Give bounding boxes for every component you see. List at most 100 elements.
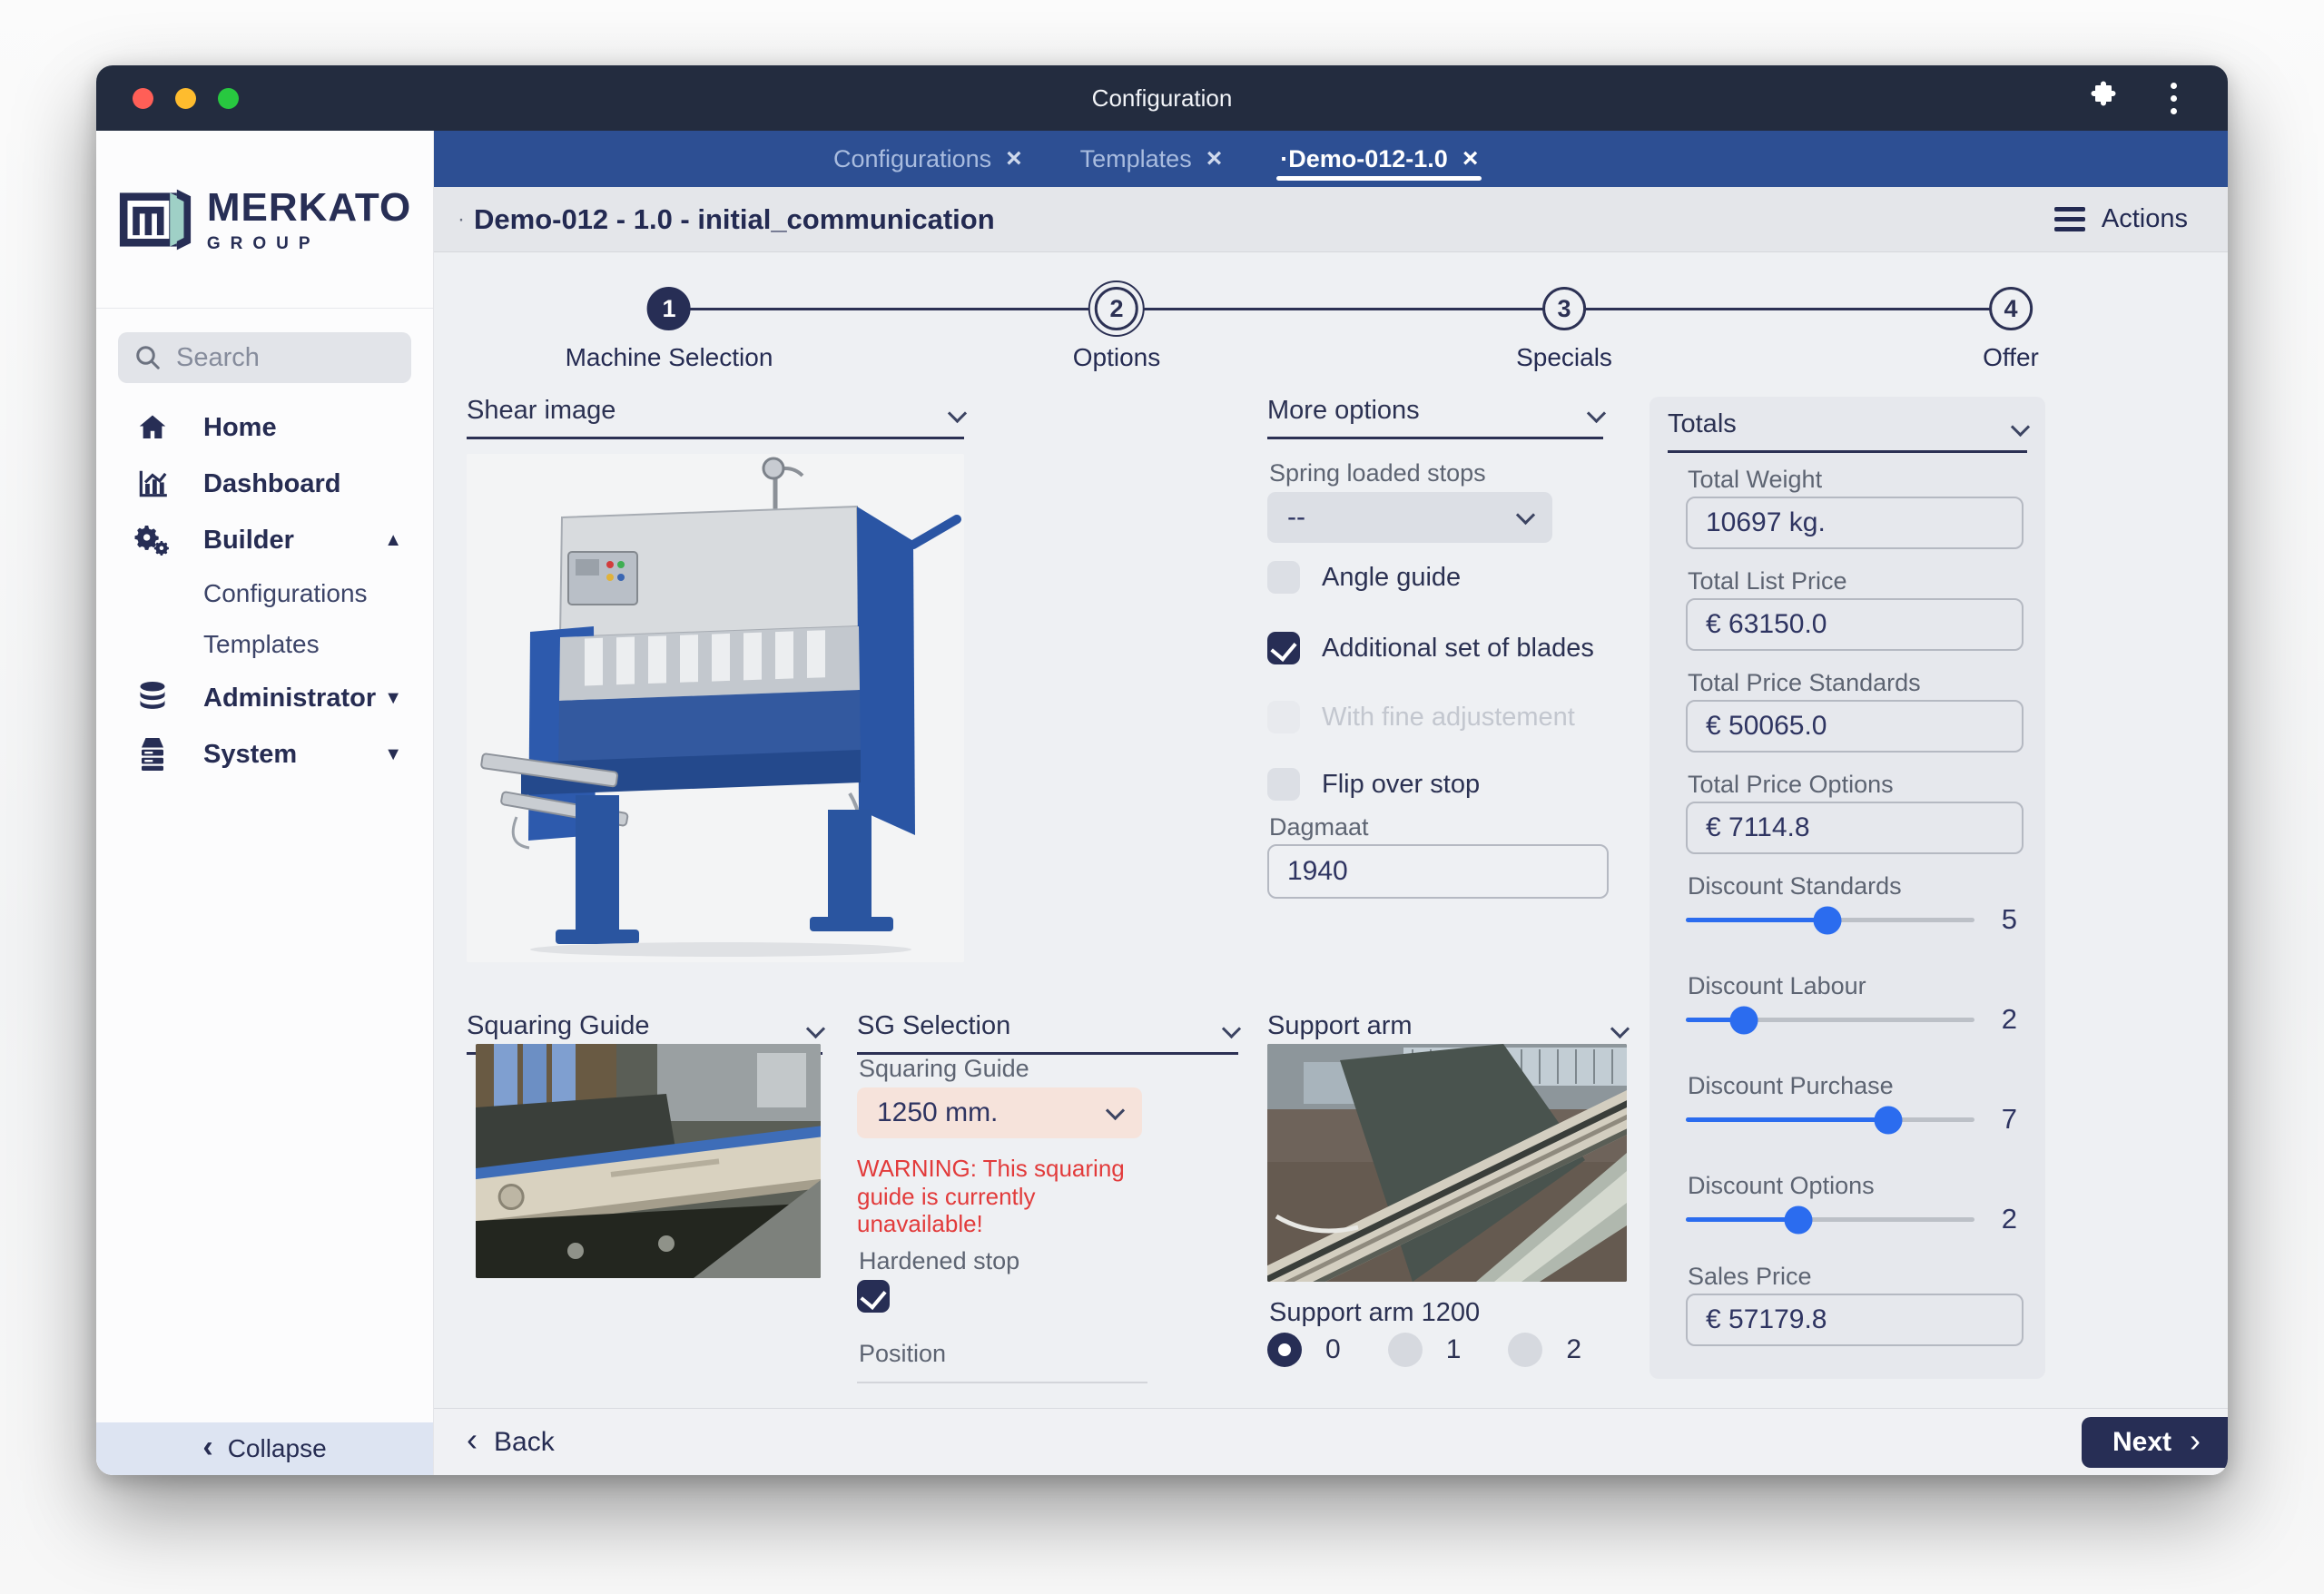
section-label: Totals bbox=[1668, 409, 1737, 439]
section-header-totals[interactable]: Totals bbox=[1668, 409, 2027, 453]
browser-menu-icon[interactable] bbox=[2171, 83, 2177, 114]
section-header-more-options[interactable]: More options bbox=[1267, 396, 1603, 439]
slider-track[interactable] bbox=[1686, 918, 1974, 922]
sidebar-collapse-button[interactable]: ‹ Collapse bbox=[96, 1422, 433, 1475]
back-label: Back bbox=[494, 1427, 555, 1458]
slider-thumb[interactable] bbox=[1785, 1205, 1813, 1234]
checkbox-checked[interactable] bbox=[857, 1280, 890, 1313]
hamburger-icon bbox=[2054, 207, 2085, 231]
section-label: More options bbox=[1267, 396, 1420, 426]
sidebar-menu: Home Dashboard Builder bbox=[96, 399, 433, 782]
search-icon bbox=[134, 344, 162, 371]
section-header-sg-selection[interactable]: SG Selection bbox=[857, 1011, 1238, 1055]
sidebar-item-label: Home bbox=[203, 413, 402, 443]
tab-label: ·Demo-012-1.0 bbox=[1280, 145, 1448, 173]
squaring-guide-image bbox=[476, 1044, 821, 1278]
radio-unselected[interactable] bbox=[1388, 1333, 1423, 1367]
checkbox-unchecked[interactable] bbox=[1267, 768, 1300, 801]
hardened-stop-checkbox[interactable] bbox=[857, 1280, 890, 1313]
radio-label: 2 bbox=[1566, 1334, 1581, 1365]
chevron-down-icon bbox=[2011, 418, 2030, 437]
tab-bar: Configurations × Templates × ·Demo-012-1… bbox=[434, 131, 2228, 187]
checkbox-checked[interactable] bbox=[1267, 632, 1300, 664]
sg-squaring-guide-label: Squaring Guide bbox=[859, 1055, 1029, 1083]
select-value: -- bbox=[1287, 502, 1305, 533]
next-button[interactable]: Next › bbox=[2082, 1417, 2228, 1468]
close-tab-icon[interactable]: × bbox=[1206, 145, 1223, 172]
sidebar-item-label: System bbox=[203, 740, 384, 770]
sidebar-item-home[interactable]: Home bbox=[96, 399, 433, 456]
angle-guide-checkbox[interactable]: Angle guide bbox=[1267, 561, 1461, 594]
step-label: Options bbox=[1073, 343, 1161, 372]
window-titlebar: Configuration bbox=[96, 65, 2228, 131]
app-window: Configuration MERKATO GROUP bbox=[96, 65, 2228, 1475]
field-divider bbox=[857, 1382, 1147, 1383]
step-specials[interactable]: 3 Specials bbox=[1516, 287, 1612, 372]
back-button[interactable]: ‹ Back bbox=[467, 1427, 555, 1458]
step-label: Specials bbox=[1516, 343, 1612, 372]
dagmaat-input[interactable]: 1940 bbox=[1267, 844, 1609, 899]
step-number: 3 bbox=[1542, 287, 1586, 330]
slider-thumb[interactable] bbox=[1813, 906, 1841, 934]
radio-label: 1 bbox=[1446, 1334, 1462, 1365]
hardened-stop-label: Hardened stop bbox=[859, 1247, 1019, 1275]
additional-set-of-blades-checkbox[interactable]: Additional set of blades bbox=[1267, 632, 1594, 664]
slider-track[interactable] bbox=[1686, 1217, 1974, 1222]
slider-fill bbox=[1686, 1117, 1888, 1122]
search-placeholder: Search bbox=[176, 343, 260, 373]
sg-squaring-guide-select[interactable]: 1250 mm. bbox=[857, 1087, 1142, 1138]
spring-loaded-stops-select[interactable]: -- bbox=[1267, 492, 1552, 543]
radio-label: 0 bbox=[1325, 1334, 1341, 1365]
slider-track[interactable] bbox=[1686, 1117, 1974, 1122]
tab-configurations[interactable]: Configurations × bbox=[833, 131, 1022, 187]
tab-demo-012[interactable]: ·Demo-012-1.0 × bbox=[1280, 131, 1478, 187]
checkbox-unchecked[interactable] bbox=[1267, 561, 1300, 594]
slider-value: 2 bbox=[2002, 1003, 2017, 1036]
sidebar-subitem-configurations[interactable]: Configurations bbox=[96, 568, 433, 619]
extensions-puzzle-icon[interactable] bbox=[2087, 80, 2120, 117]
sidebar-item-system[interactable]: System ▼ bbox=[96, 726, 433, 782]
sidebar-subitem-templates[interactable]: Templates bbox=[96, 619, 433, 670]
total-price-standards-label: Total Price Standards bbox=[1688, 669, 1921, 697]
sidebar-item-label: Dashboard bbox=[203, 469, 402, 499]
section-label: Shear image bbox=[467, 396, 615, 426]
discount-purchase-slider[interactable]: 7 bbox=[1686, 1105, 2017, 1134]
discount-options-slider[interactable]: 2 bbox=[1686, 1205, 2017, 1234]
position-label: Position bbox=[859, 1340, 946, 1368]
sidebar-item-builder[interactable]: Builder ▲ bbox=[96, 512, 433, 568]
step-machine-selection[interactable]: 1 Machine Selection bbox=[566, 287, 773, 372]
close-tab-icon[interactable]: × bbox=[1006, 145, 1022, 172]
step-offer[interactable]: 4 Offer bbox=[1983, 287, 2039, 372]
input-value: 1940 bbox=[1287, 856, 1348, 887]
total-price-options-value: € 7114.8 bbox=[1686, 802, 2024, 854]
actions-button[interactable]: Actions bbox=[2054, 204, 2188, 234]
sidebar-item-administrator[interactable]: Administrator ▼ bbox=[96, 670, 433, 726]
discount-standards-label: Discount Standards bbox=[1688, 872, 1902, 900]
caret-up-icon: ▲ bbox=[384, 530, 402, 551]
shear-machine-image bbox=[467, 454, 964, 962]
tab-templates[interactable]: Templates × bbox=[1080, 131, 1223, 187]
slider-thumb[interactable] bbox=[1729, 1006, 1758, 1034]
radio-selected[interactable] bbox=[1267, 1333, 1302, 1367]
flip-over-stop-checkbox[interactable]: Flip over stop bbox=[1267, 768, 1480, 801]
step-options[interactable]: 2 Options bbox=[1073, 287, 1161, 372]
close-tab-icon[interactable]: × bbox=[1462, 145, 1479, 172]
chevron-down-icon bbox=[1610, 1019, 1630, 1038]
sidebar-subitem-label: Configurations bbox=[203, 579, 368, 608]
sg-warning-message: WARNING: This squaring guide is currentl… bbox=[857, 1155, 1129, 1238]
section-label: Squaring Guide bbox=[467, 1011, 650, 1041]
slider-value: 7 bbox=[2002, 1103, 2017, 1136]
slider-thumb[interactable] bbox=[1874, 1106, 1902, 1134]
sidebar-item-label: Administrator bbox=[203, 684, 384, 713]
sidebar: MERKATO GROUP Search Home bbox=[96, 131, 434, 1475]
select-value: 1250 mm. bbox=[877, 1097, 998, 1128]
sidebar-item-dashboard[interactable]: Dashboard bbox=[96, 456, 433, 512]
search-input[interactable]: Search bbox=[118, 332, 411, 383]
slider-track[interactable] bbox=[1686, 1018, 1974, 1022]
discount-standards-slider[interactable]: 5 bbox=[1686, 905, 2017, 934]
section-header-shear-image[interactable]: Shear image bbox=[467, 396, 964, 439]
radio-unselected[interactable] bbox=[1508, 1333, 1542, 1367]
discount-labour-slider[interactable]: 2 bbox=[1686, 1005, 2017, 1034]
checkbox-label: With fine adjustement bbox=[1322, 703, 1575, 733]
spring-loaded-stops-label: Spring loaded stops bbox=[1269, 459, 1486, 487]
